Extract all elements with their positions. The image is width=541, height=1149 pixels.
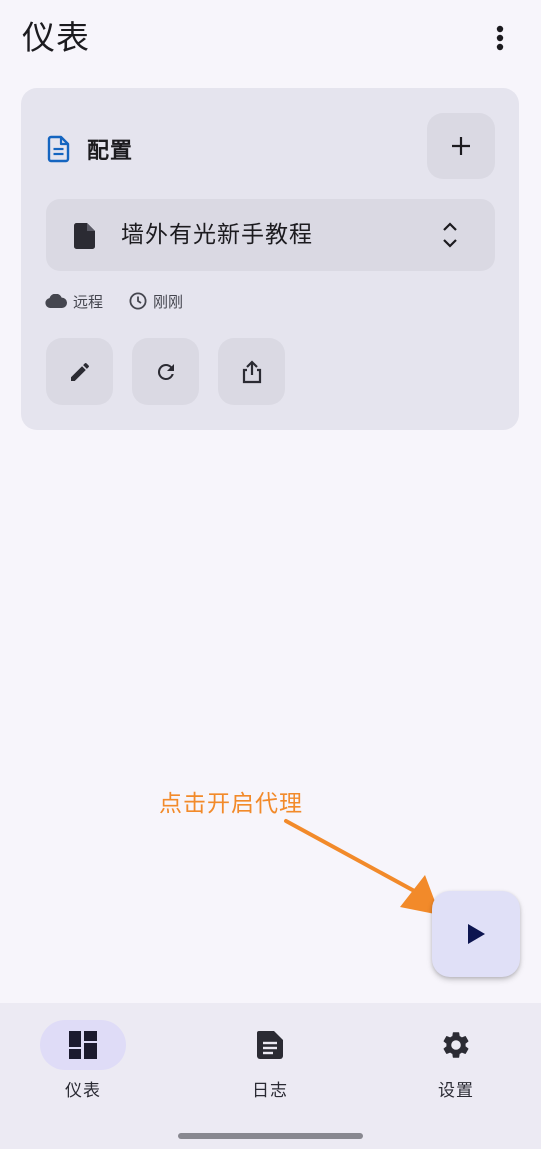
bottom-navigation: 仪表 日志 设置 [0,1003,541,1149]
start-proxy-button[interactable] [432,891,520,977]
nav-dashboard[interactable]: 仪表 [23,1020,143,1101]
more-vert-icon [496,25,504,51]
nav-settings[interactable]: 设置 [396,1020,516,1101]
meta-updated-label: 刚刚 [153,292,184,311]
dashboard-icon [69,1031,97,1059]
plus-icon [452,137,470,155]
home-indicator[interactable] [178,1133,363,1139]
share-button[interactable] [218,338,285,405]
refresh-icon [157,363,174,380]
edit-button[interactable] [46,338,113,405]
profile-name: 墙外有光新手教程 [121,222,313,248]
play-icon [468,924,485,944]
nav-logs[interactable]: 日志 [210,1020,330,1101]
add-profile-button[interactable] [427,113,495,179]
unfold-icon [443,222,457,248]
gear-icon [443,1032,469,1058]
meta-type-label: 远程 [73,292,104,311]
refresh-button[interactable] [132,338,199,405]
article-icon [257,1031,283,1059]
clock-icon [129,292,147,310]
card-header: 配置 [47,134,133,164]
cloud-icon [45,294,67,308]
more-options-button[interactable] [478,18,522,58]
pencil-icon [70,362,89,381]
card-header-label: 配置 [87,139,134,164]
meta-updated: 刚刚 [129,291,183,312]
hint-arrow-icon [284,819,440,915]
profile-meta: 远程 刚刚 [45,288,209,314]
profile-selector[interactable]: 墙外有光新手教程 [46,199,495,271]
share-icon [242,359,261,383]
nav-dashboard-label: 仪表 [65,1081,101,1101]
document-icon [47,135,70,163]
profile-actions [46,338,304,405]
meta-type: 远程 [45,291,103,312]
start-proxy-hint: 点击开启代理 [159,791,303,817]
profile-card: 配置 墙外有光新手教程 远程 刚刚 [21,88,519,430]
nav-settings-label: 设置 [438,1081,474,1101]
page-title: 仪表 [22,18,90,57]
file-icon [74,223,95,249]
nav-logs-label: 日志 [252,1081,288,1101]
